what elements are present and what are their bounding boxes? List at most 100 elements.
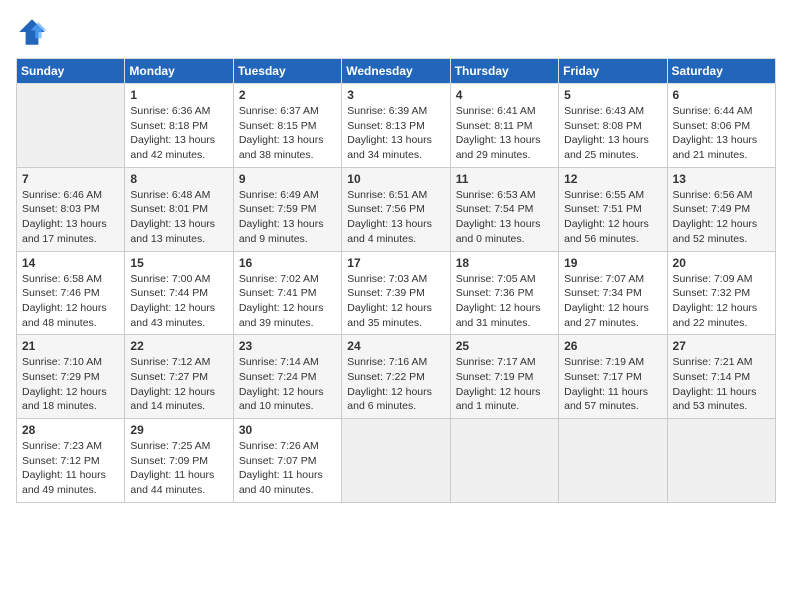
day-number: 27: [673, 339, 770, 353]
day-info: Sunrise: 6:55 AM Sunset: 7:51 PM Dayligh…: [564, 188, 661, 247]
day-number: 7: [22, 172, 119, 186]
day-number: 9: [239, 172, 336, 186]
day-number: 5: [564, 88, 661, 102]
calendar-cell: [667, 419, 775, 503]
day-number: 6: [673, 88, 770, 102]
day-info: Sunrise: 6:36 AM Sunset: 8:18 PM Dayligh…: [130, 104, 227, 163]
day-number: 28: [22, 423, 119, 437]
day-number: 19: [564, 256, 661, 270]
day-info: Sunrise: 6:58 AM Sunset: 7:46 PM Dayligh…: [22, 272, 119, 331]
calendar-cell: [17, 84, 125, 168]
calendar-cell: 19 Sunrise: 7:07 AM Sunset: 7:34 PM Dayli…: [559, 251, 667, 335]
day-info: Sunrise: 6:56 AM Sunset: 7:49 PM Dayligh…: [673, 188, 770, 247]
day-number: 24: [347, 339, 444, 353]
calendar-cell: 7 Sunrise: 6:46 AM Sunset: 8:03 PM Daylig…: [17, 167, 125, 251]
day-info: Sunrise: 7:19 AM Sunset: 7:17 PM Dayligh…: [564, 355, 661, 414]
day-number: 20: [673, 256, 770, 270]
day-info: Sunrise: 6:48 AM Sunset: 8:01 PM Dayligh…: [130, 188, 227, 247]
calendar-cell: 10 Sunrise: 6:51 AM Sunset: 7:56 PM Dayli…: [342, 167, 450, 251]
day-info: Sunrise: 6:37 AM Sunset: 8:15 PM Dayligh…: [239, 104, 336, 163]
weekday-header-sunday: Sunday: [17, 59, 125, 84]
calendar-cell: 4Sunrise: 6:41 AM Sunset: 8:11 PM Daylig…: [450, 84, 558, 168]
weekday-header-thursday: Thursday: [450, 59, 558, 84]
day-info: Sunrise: 6:53 AM Sunset: 7:54 PM Dayligh…: [456, 188, 553, 247]
calendar-cell: 8 Sunrise: 6:48 AM Sunset: 8:01 PM Daylig…: [125, 167, 233, 251]
calendar-cell: 9 Sunrise: 6:49 AM Sunset: 7:59 PM Daylig…: [233, 167, 341, 251]
day-info: Sunrise: 7:09 AM Sunset: 7:32 PM Dayligh…: [673, 272, 770, 331]
day-info: Sunrise: 7:03 AM Sunset: 7:39 PM Dayligh…: [347, 272, 444, 331]
calendar-cell: 3 Sunrise: 6:39 AM Sunset: 8:13 PM Daylig…: [342, 84, 450, 168]
calendar-cell: 24 Sunrise: 7:16 AM Sunset: 7:22 PM Dayli…: [342, 335, 450, 419]
week-row-5: 28 Sunrise: 7:23 AM Sunset: 7:12 PM Dayli…: [17, 419, 776, 503]
day-info: Sunrise: 6:41 AM Sunset: 8:11 PM Dayligh…: [456, 104, 553, 163]
day-info: Sunrise: 6:49 AM Sunset: 7:59 PM Dayligh…: [239, 188, 336, 247]
logo-icon: [16, 16, 48, 48]
week-row-1: 1 Sunrise: 6:36 AM Sunset: 8:18 PM Daylig…: [17, 84, 776, 168]
calendar-cell: 13 Sunrise: 6:56 AM Sunset: 7:49 PM Dayli…: [667, 167, 775, 251]
day-info: Sunrise: 6:44 AM Sunset: 8:06 PM Dayligh…: [673, 104, 770, 163]
day-info: Sunrise: 6:43 AM Sunset: 8:08 PM Dayligh…: [564, 104, 661, 163]
day-number: 14: [22, 256, 119, 270]
day-number: 2: [239, 88, 336, 102]
day-number: 23: [239, 339, 336, 353]
weekday-header-friday: Friday: [559, 59, 667, 84]
day-info: Sunrise: 7:02 AM Sunset: 7:41 PM Dayligh…: [239, 272, 336, 331]
day-info: Sunrise: 7:05 AM Sunset: 7:36 PM Dayligh…: [456, 272, 553, 331]
day-number: 1: [130, 88, 227, 102]
day-number: 29: [130, 423, 227, 437]
calendar-cell: [342, 419, 450, 503]
day-number: 21: [22, 339, 119, 353]
calendar-cell: 16 Sunrise: 7:02 AM Sunset: 7:41 PM Dayli…: [233, 251, 341, 335]
calendar-cell: 25Sunrise: 7:17 AM Sunset: 7:19 PM Dayli…: [450, 335, 558, 419]
day-number: 16: [239, 256, 336, 270]
day-info: Sunrise: 7:14 AM Sunset: 7:24 PM Dayligh…: [239, 355, 336, 414]
calendar-cell: 23 Sunrise: 7:14 AM Sunset: 7:24 PM Dayli…: [233, 335, 341, 419]
day-info: Sunrise: 7:25 AM Sunset: 7:09 PM Dayligh…: [130, 439, 227, 498]
day-info: Sunrise: 7:10 AM Sunset: 7:29 PM Dayligh…: [22, 355, 119, 414]
day-info: Sunrise: 6:39 AM Sunset: 8:13 PM Dayligh…: [347, 104, 444, 163]
day-number: 11: [456, 172, 553, 186]
weekday-header-saturday: Saturday: [667, 59, 775, 84]
day-number: 15: [130, 256, 227, 270]
day-info: Sunrise: 7:23 AM Sunset: 7:12 PM Dayligh…: [22, 439, 119, 498]
day-info: Sunrise: 7:07 AM Sunset: 7:34 PM Dayligh…: [564, 272, 661, 331]
weekday-header-tuesday: Tuesday: [233, 59, 341, 84]
day-number: 30: [239, 423, 336, 437]
day-info: Sunrise: 6:46 AM Sunset: 8:03 PM Dayligh…: [22, 188, 119, 247]
day-number: 8: [130, 172, 227, 186]
calendar-cell: 27 Sunrise: 7:21 AM Sunset: 7:14 PM Dayli…: [667, 335, 775, 419]
day-number: 17: [347, 256, 444, 270]
calendar-cell: 2 Sunrise: 6:37 AM Sunset: 8:15 PM Daylig…: [233, 84, 341, 168]
calendar-cell: 11 Sunrise: 6:53 AM Sunset: 7:54 PM Dayli…: [450, 167, 558, 251]
day-number: 3: [347, 88, 444, 102]
logo: [16, 16, 52, 48]
calendar-cell: [450, 419, 558, 503]
day-info: Sunrise: 6:51 AM Sunset: 7:56 PM Dayligh…: [347, 188, 444, 247]
calendar-cell: 29 Sunrise: 7:25 AM Sunset: 7:09 PM Dayli…: [125, 419, 233, 503]
calendar-cell: 30Sunrise: 7:26 AM Sunset: 7:07 PM Dayli…: [233, 419, 341, 503]
page-header: [16, 16, 776, 48]
calendar-cell: 18 Sunrise: 7:05 AM Sunset: 7:36 PM Dayli…: [450, 251, 558, 335]
calendar-cell: 14 Sunrise: 6:58 AM Sunset: 7:46 PM Dayli…: [17, 251, 125, 335]
calendar-cell: 12 Sunrise: 6:55 AM Sunset: 7:51 PM Dayli…: [559, 167, 667, 251]
day-number: 18: [456, 256, 553, 270]
week-row-4: 21 Sunrise: 7:10 AM Sunset: 7:29 PM Dayli…: [17, 335, 776, 419]
day-number: 13: [673, 172, 770, 186]
weekday-header-row: SundayMondayTuesdayWednesdayThursdayFrid…: [17, 59, 776, 84]
day-number: 26: [564, 339, 661, 353]
day-info: Sunrise: 7:17 AM Sunset: 7:19 PM Dayligh…: [456, 355, 553, 414]
calendar-cell: 20 Sunrise: 7:09 AM Sunset: 7:32 PM Dayli…: [667, 251, 775, 335]
calendar-cell: 26 Sunrise: 7:19 AM Sunset: 7:17 PM Dayli…: [559, 335, 667, 419]
day-number: 22: [130, 339, 227, 353]
day-info: Sunrise: 7:12 AM Sunset: 7:27 PM Dayligh…: [130, 355, 227, 414]
day-info: Sunrise: 7:21 AM Sunset: 7:14 PM Dayligh…: [673, 355, 770, 414]
calendar-cell: 21 Sunrise: 7:10 AM Sunset: 7:29 PM Dayli…: [17, 335, 125, 419]
weekday-header-wednesday: Wednesday: [342, 59, 450, 84]
calendar-cell: 17 Sunrise: 7:03 AM Sunset: 7:39 PM Dayli…: [342, 251, 450, 335]
day-number: 12: [564, 172, 661, 186]
calendar-cell: 28 Sunrise: 7:23 AM Sunset: 7:12 PM Dayli…: [17, 419, 125, 503]
day-info: Sunrise: 7:16 AM Sunset: 7:22 PM Dayligh…: [347, 355, 444, 414]
day-number: 10: [347, 172, 444, 186]
calendar-cell: 22 Sunrise: 7:12 AM Sunset: 7:27 PM Dayli…: [125, 335, 233, 419]
calendar-cell: 1 Sunrise: 6:36 AM Sunset: 8:18 PM Daylig…: [125, 84, 233, 168]
